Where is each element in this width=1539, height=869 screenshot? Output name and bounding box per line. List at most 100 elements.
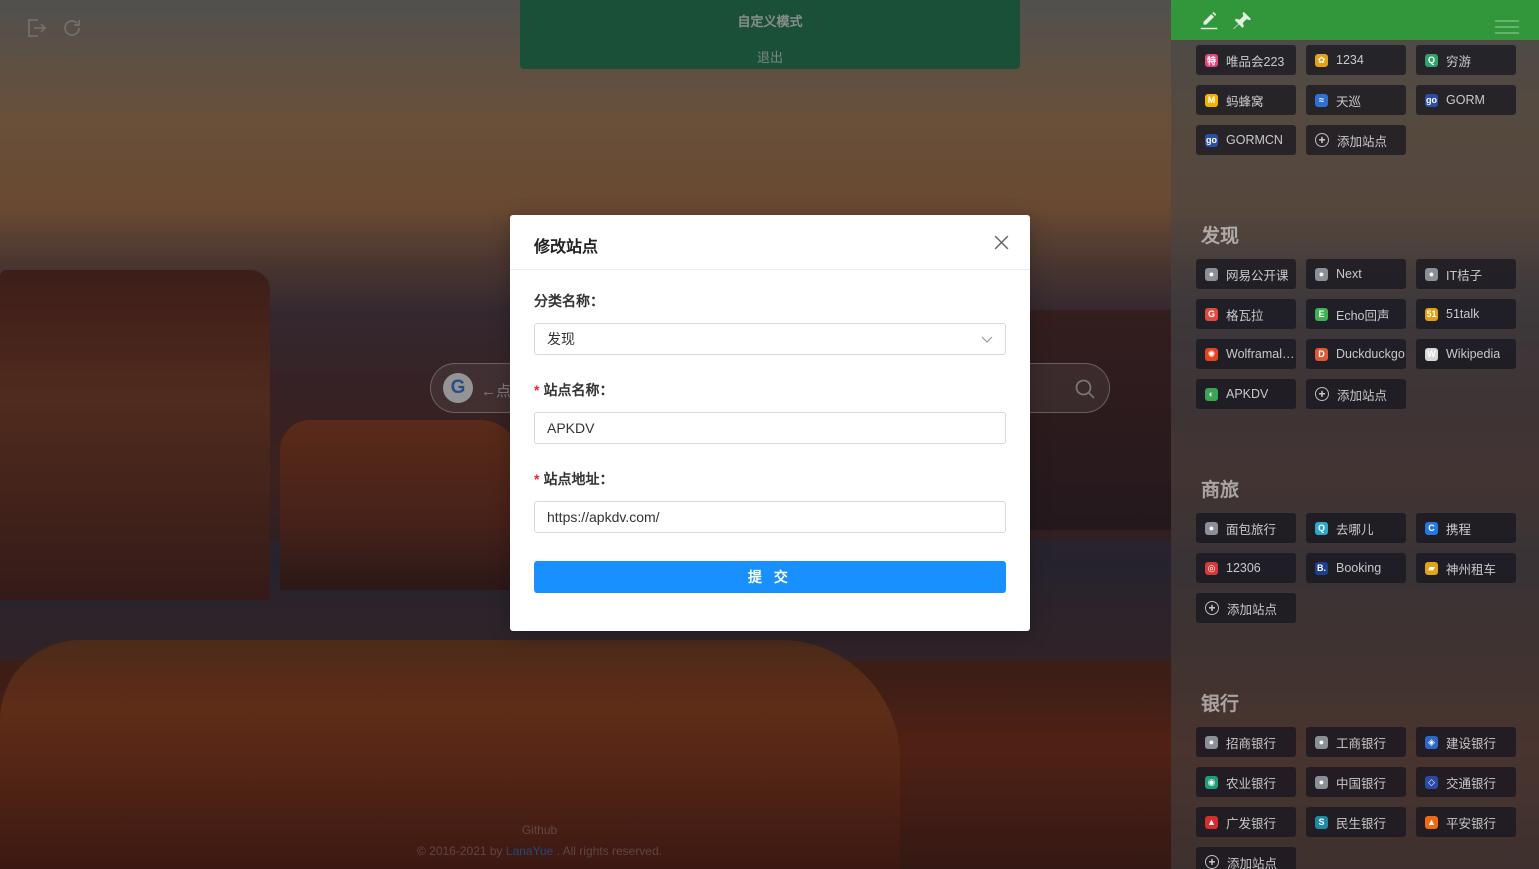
site-label: 格瓦拉 [1226, 308, 1264, 323]
section-title: 商旅 [1201, 480, 1240, 501]
echo-icon: E [1315, 307, 1328, 321]
skyscanner-icon: ≈ [1315, 93, 1328, 107]
site-link[interactable]: B. Booking [1306, 553, 1406, 583]
required-mark: * [534, 471, 540, 487]
submit-button[interactable]: 提 交 [534, 561, 1006, 593]
site-link[interactable]: ◎ 12306 [1196, 553, 1296, 583]
site-link[interactable]: W Wikipedia [1416, 339, 1516, 369]
abc-icon: ◉ [1205, 775, 1218, 789]
ctrip-icon: C [1425, 521, 1438, 535]
section-title: 发现 [1201, 226, 1240, 247]
site-name-label: * 站点名称： [534, 380, 613, 400]
site-link[interactable]: Q 穷游 [1416, 45, 1516, 75]
cgb-icon: ▲ [1205, 815, 1218, 829]
site-label: Duckduckgo [1336, 347, 1405, 361]
category-value: 发现 [547, 331, 575, 347]
site-grid: ● 招商银行 ● 工商银行 ◈ 建设银行 ◉ 农业银行 ● 中国银行 ◇ 交通银行 ▲ 广发银行 S 民生银行… [1196, 727, 1526, 869]
site-link[interactable]: ▰ 神州租车 [1416, 553, 1516, 583]
site-link[interactable]: ● 招商银行 [1196, 727, 1296, 757]
site-label: 天巡 [1336, 94, 1362, 109]
site-link[interactable]: ● 面包旅行 [1196, 513, 1296, 543]
site-link[interactable]: C 携程 [1416, 513, 1516, 543]
site-name-field[interactable]: APKDV [534, 412, 1006, 444]
site-link[interactable]: ✿ 1234 [1306, 45, 1406, 75]
site-label: 51talk [1446, 307, 1480, 321]
globe-icon: ● [1315, 775, 1328, 789]
site-link[interactable]: D Duckduckgo [1306, 339, 1406, 369]
dialog-header: 修改站点 [510, 215, 1030, 270]
site-link[interactable]: ◐ APKDV [1196, 379, 1296, 409]
add-site-button[interactable]: + 添加站点 [1306, 125, 1406, 155]
edit-icon[interactable] [1198, 10, 1220, 32]
site-link[interactable]: 特唯品会223 [1196, 45, 1296, 75]
site-label: 网易公开课 [1226, 268, 1289, 283]
site-link[interactable]: go GORMCN [1196, 125, 1296, 155]
site-link[interactable]: S 民生银行 [1306, 807, 1406, 837]
site-grid: ● 网易公开课 ● Next ● IT桔子 G 格瓦拉 E Echo回声 51 51talk ✺ Wolf… [1196, 259, 1526, 409]
duckduckgo-icon: D [1315, 347, 1328, 361]
vip-icon: 特 [1205, 53, 1218, 67]
add-site-button[interactable]: + 添加站点 [1196, 593, 1296, 623]
site-label: Echo回声 [1336, 308, 1390, 323]
51talk-icon: 51 [1425, 307, 1438, 321]
site-link[interactable]: ◉ 农业银行 [1196, 767, 1296, 797]
site-link[interactable]: E Echo回声 [1306, 299, 1406, 329]
ccb-icon: ◈ [1425, 735, 1438, 749]
site-link[interactable]: ◇ 交通银行 [1416, 767, 1516, 797]
gorm-icon: go [1205, 133, 1218, 147]
site-link[interactable]: ▲ 广发银行 [1196, 807, 1296, 837]
apkdv-icon: ◐ [1205, 387, 1218, 401]
site-url-label-text: 站点地址： [543, 471, 614, 487]
globe-icon: ● [1315, 735, 1328, 749]
site-label: 面包旅行 [1226, 522, 1277, 537]
site-link[interactable]: go GORM [1416, 85, 1516, 115]
required-mark: * [534, 382, 540, 398]
site-label: 添加站点 [1227, 856, 1278, 869]
site-link[interactable]: Q 去哪儿 [1306, 513, 1406, 543]
category-label: 分类名称： [534, 293, 604, 309]
add-site-button[interactable]: + 添加站点 [1196, 847, 1296, 869]
site-label: GORM [1446, 93, 1485, 107]
site-url-field[interactable]: https://apkdv.com/ [534, 501, 1006, 533]
site-label: IT桔子 [1446, 268, 1483, 283]
close-icon[interactable] [993, 234, 1010, 251]
plus-circle-icon: + [1315, 133, 1329, 147]
pin-icon[interactable] [1231, 10, 1253, 32]
site-link[interactable]: ● Next [1306, 259, 1406, 289]
site-link[interactable]: 51 51talk [1416, 299, 1516, 329]
dialog-title: 修改站点 [534, 239, 599, 256]
qyer-icon: Q [1425, 53, 1438, 67]
add-site-button[interactable]: + 添加站点 [1306, 379, 1406, 409]
globe-icon: ● [1205, 521, 1218, 535]
site-link[interactable]: M 蚂蜂窝 [1196, 85, 1296, 115]
site-label: 广发银行 [1226, 816, 1277, 831]
site-label: 工商银行 [1336, 736, 1387, 751]
site-link[interactable]: ✺ Wolframalpha [1196, 339, 1296, 369]
site-link[interactable]: ● IT桔子 [1416, 259, 1516, 289]
site-link[interactable]: ● 中国银行 [1306, 767, 1406, 797]
gewara-icon: G [1205, 307, 1218, 321]
gear-flower-icon: ✿ [1315, 53, 1328, 67]
site-url-label: * 站点地址： [534, 469, 613, 489]
menu-icon[interactable] [1495, 20, 1519, 34]
site-label: 添加站点 [1337, 388, 1388, 403]
site-label: 中国银行 [1336, 776, 1387, 791]
site-label: 农业银行 [1226, 776, 1277, 791]
site-link[interactable]: ● 网易公开课 [1196, 259, 1296, 289]
category-select[interactable]: 发现 [534, 323, 1006, 355]
site-label: 1234 [1336, 53, 1364, 67]
gorm-icon: go [1425, 93, 1438, 107]
site-label: 携程 [1446, 522, 1472, 537]
site-link[interactable]: G 格瓦拉 [1196, 299, 1296, 329]
site-grid: 特唯品会223 ✿ 1234 Q 穷游 M 蚂蜂窝 ≈ 天巡 go GORM go GORMCN + 添加站… [1196, 45, 1526, 155]
site-label: GORMCN [1226, 133, 1283, 147]
site-label: 去哪儿 [1336, 522, 1374, 537]
site-url-value: https://apkdv.com/ [547, 509, 660, 525]
site-link[interactable]: ≈ 天巡 [1306, 85, 1406, 115]
edit-site-dialog: 修改站点 分类名称： 发现 * 站点名称： APKDV * 站点地址： https:… [510, 215, 1030, 631]
site-link[interactable]: ▲ 平安银行 [1416, 807, 1516, 837]
site-link[interactable]: ● 工商银行 [1306, 727, 1406, 757]
site-link[interactable]: ◈ 建设银行 [1416, 727, 1516, 757]
site-label: 蚂蜂窝 [1226, 94, 1264, 109]
section-title: 银行 [1201, 694, 1240, 715]
